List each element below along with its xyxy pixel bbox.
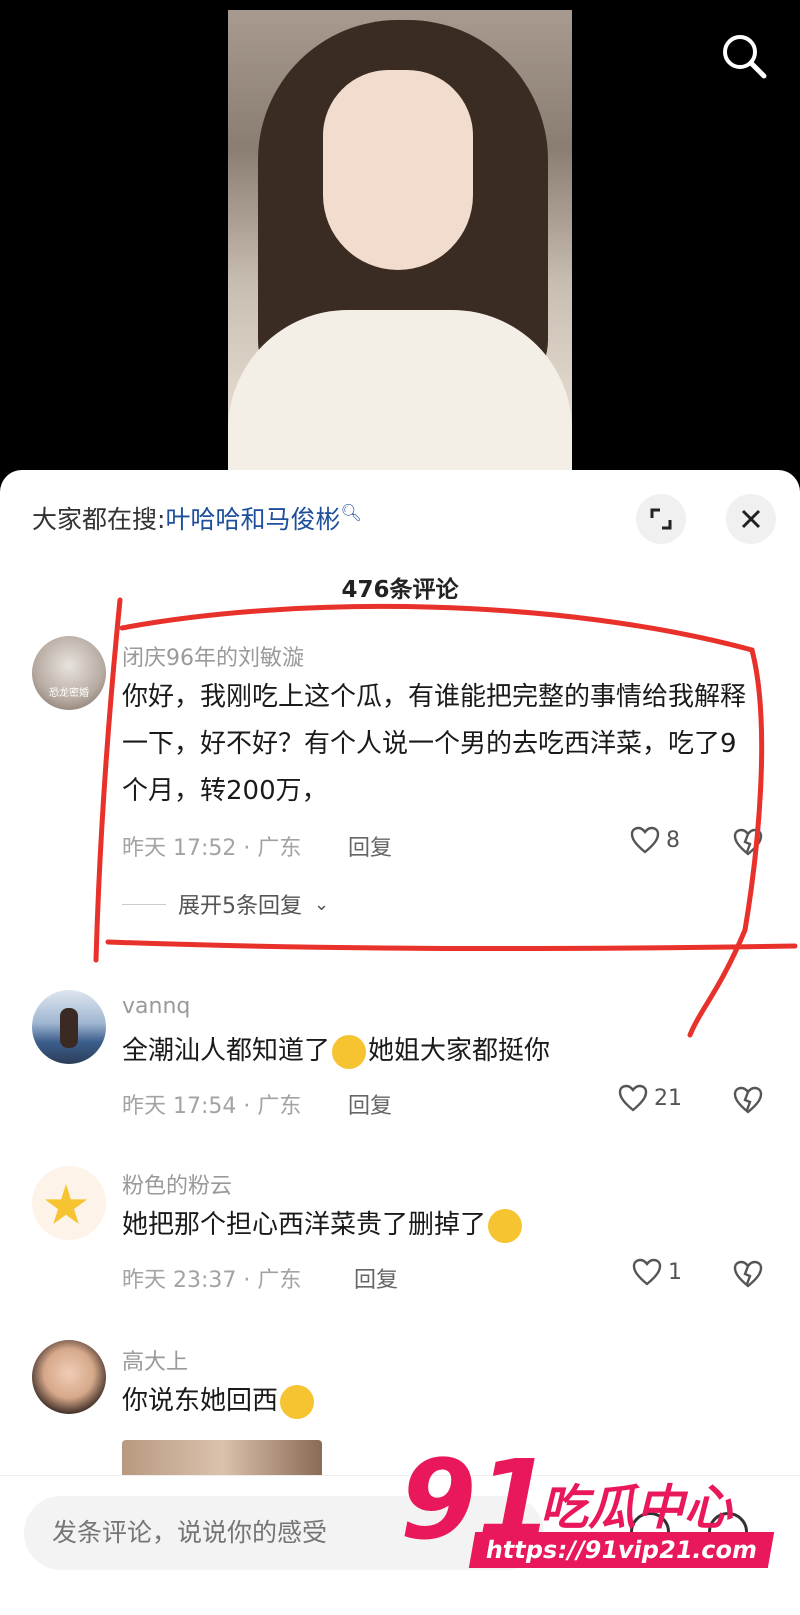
search-icon[interactable] <box>718 30 770 82</box>
comment-meta: 昨天 17:52 · 广东 <box>122 836 302 861</box>
hot-search-prefix: 大家都在搜: <box>32 505 166 534</box>
divider <box>122 903 166 905</box>
avatar[interactable] <box>32 1340 106 1414</box>
chevron-down-icon: ⌄ <box>314 893 330 915</box>
like-count: 1 <box>668 1259 682 1285</box>
portrait-face <box>323 70 473 270</box>
dislike-icon[interactable] <box>733 1086 763 1118</box>
avatar-figure <box>60 1008 78 1048</box>
hot-search-bar[interactable]: 大家都在搜:叶哈哈和马俊彬🔍︎ <box>32 500 362 536</box>
video-frame <box>228 10 572 470</box>
heart-icon <box>618 1084 648 1112</box>
comment-text-part: 全潮汕人都知道了 <box>122 1036 331 1066</box>
reply-button[interactable]: 回复 <box>354 1262 398 1294</box>
video-player[interactable] <box>0 0 800 470</box>
star-icon <box>44 1184 88 1225</box>
comment-count: 476条评论 <box>341 577 459 603</box>
avatar[interactable] <box>32 990 106 1064</box>
comment-text: 全潮汕人都知道了 她姐大家都挺你 <box>122 1028 762 1075</box>
hot-search-keyword[interactable]: 叶哈哈和马俊彬 <box>165 505 340 534</box>
comment-text: 你说东她回西 <box>122 1378 762 1425</box>
crying-laughing-emoji-icon <box>488 1208 523 1243</box>
comment-meta: 昨天 23:37 · 广东 <box>122 1268 302 1293</box>
heart-icon <box>632 1258 662 1286</box>
comment-username[interactable]: vannq <box>122 994 190 1019</box>
avatar-caption: 恐龙密婚 <box>49 688 89 699</box>
comment-meta: 昨天 17:54 · 广东 <box>122 1094 302 1119</box>
watermark-url: https://91vip21.com <box>468 1532 775 1568</box>
search-small-icon: 🔍︎ <box>340 503 363 524</box>
comment-text: 她把那个担心西洋菜贵了删掉了 <box>122 1202 762 1249</box>
site-watermark: 91 吃瓜中心 https://91vip21.com <box>400 1440 780 1590</box>
comment-text-part: 她姐大家都挺你 <box>368 1036 551 1066</box>
avatar[interactable]: 恐龙密婚 <box>32 636 106 710</box>
comment-username[interactable]: 粉色的粉云 <box>122 1168 232 1200</box>
expand-icon[interactable] <box>636 494 686 544</box>
reply-button[interactable]: 回复 <box>348 830 392 862</box>
thinking-emoji-icon <box>332 1034 367 1069</box>
crying-emoji-icon <box>280 1384 315 1419</box>
like-count: 8 <box>666 827 680 853</box>
comment-text: 你好，我刚吃上这个瓜，有谁能把完整的事情给我解释一下，好不好？有个人说一个男的去… <box>122 682 747 806</box>
watermark-name: 吃瓜中心 <box>540 1480 733 1536</box>
portrait-shirt <box>228 310 572 470</box>
like-count: 21 <box>654 1085 682 1111</box>
reply-button[interactable]: 回复 <box>348 1088 392 1120</box>
expand-replies-label: 展开5条回复 <box>178 894 302 919</box>
like-button[interactable]: 1 <box>632 1258 682 1286</box>
comment-text-part: 你说东她回西 <box>122 1386 279 1416</box>
comment-username[interactable]: 闭庆96年的刘敏漩 <box>122 640 304 672</box>
dislike-icon[interactable] <box>733 828 763 860</box>
expand-replies-button[interactable]: 展开5条回复 ⌄ <box>122 888 329 920</box>
like-button[interactable]: 21 <box>618 1084 682 1112</box>
comment-username[interactable]: 高大上 <box>122 1344 188 1376</box>
like-button[interactable]: 8 <box>630 826 680 854</box>
close-icon[interactable] <box>726 494 776 544</box>
heart-icon <box>630 826 660 854</box>
avatar[interactable] <box>32 1166 106 1240</box>
dislike-icon[interactable] <box>733 1260 763 1292</box>
comment-text-part: 她把那个担心西洋菜贵了删掉了 <box>122 1210 487 1240</box>
